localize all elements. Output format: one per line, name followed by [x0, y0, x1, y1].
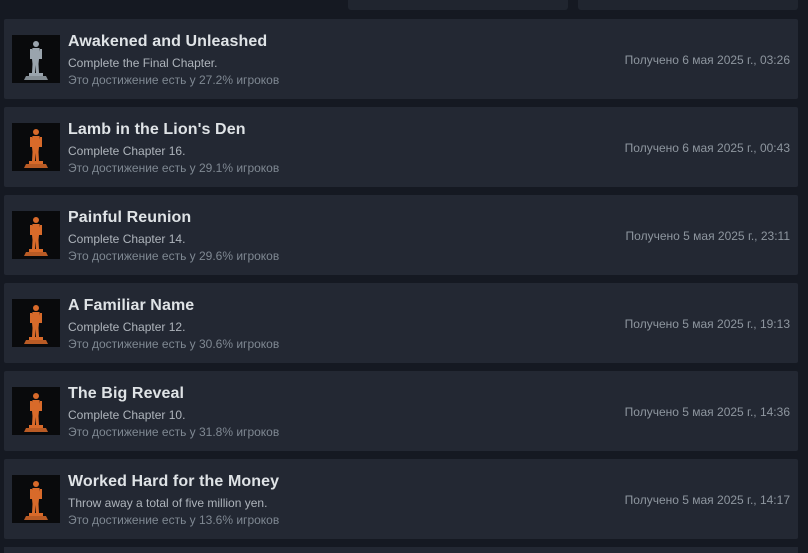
achievement-unlock-date: Получено 6 мая 2025 г., 00:43 — [624, 141, 790, 155]
achievement-percent: Это достижение есть у 29.6% игроков — [68, 249, 280, 263]
achievement-description: Complete the Final Chapter. — [68, 56, 218, 70]
achievement-title: Painful Reunion — [68, 209, 192, 226]
achievement-title: Lamb in the Lion's Den — [68, 121, 246, 138]
bronze-statue-icon — [12, 299, 60, 347]
achievement-percent: Это достижение есть у 30.6% игроков — [68, 337, 280, 351]
achievement-description: Complete Chapter 16. — [68, 144, 186, 158]
achievement-row[interactable]: The Big Reveal Complete Chapter 10. Это … — [4, 371, 798, 451]
top-tab-bar — [0, 0, 808, 14]
achievement-description: Complete Chapter 10. — [68, 408, 186, 422]
achievement-description: Complete Chapter 14. — [68, 232, 186, 246]
bronze-statue-icon — [12, 123, 60, 171]
achievement-title: A Familiar Name — [68, 297, 195, 314]
achievement-percent: Это достижение есть у 27.2% игроков — [68, 73, 280, 87]
achievement-percent: Это достижение есть у 29.1% игроков — [68, 161, 280, 175]
achievement-unlock-date: Получено 5 мая 2025 г., 14:36 — [624, 405, 790, 419]
achievement-list: Awakened and Unleashed Complete the Fina… — [4, 19, 798, 547]
achievement-description: Throw away a total of five million yen. — [68, 496, 268, 510]
achievement-description: Complete Chapter 12. — [68, 320, 186, 334]
achievement-percent: Это достижение есть у 31.8% игроков — [68, 425, 280, 439]
achievement-unlock-date: Получено 5 мая 2025 г., 14:17 — [624, 493, 790, 507]
silver-statue-icon — [12, 35, 60, 83]
achievement-row[interactable]: Worked Hard for the Money Throw away a t… — [4, 459, 798, 539]
achievement-unlock-date: Получено 6 мая 2025 г., 03:26 — [624, 53, 790, 67]
achievement-row[interactable]: Painful Reunion Complete Chapter 14. Это… — [4, 195, 798, 275]
achievement-row[interactable]: Awakened and Unleashed Complete the Fina… — [4, 19, 798, 99]
achievement-unlock-date: Получено 5 мая 2025 г., 23:11 — [625, 229, 790, 243]
achievement-unlock-date: Получено 5 мая 2025 г., 19:13 — [624, 317, 790, 331]
next-achievement-row-edge — [4, 547, 798, 553]
achievement-title: The Big Reveal — [68, 385, 185, 402]
top-tab-right[interactable] — [578, 0, 798, 10]
bronze-statue-icon — [12, 387, 60, 435]
achievement-title: Awakened and Unleashed — [68, 33, 268, 50]
bronze-statue-icon — [12, 211, 60, 259]
achievement-title: Worked Hard for the Money — [68, 473, 280, 490]
top-tab-left[interactable] — [348, 0, 568, 10]
achievement-row[interactable]: A Familiar Name Complete Chapter 12. Это… — [4, 283, 798, 363]
achievements-page: Awakened and Unleashed Complete the Fina… — [0, 0, 808, 553]
achievement-percent: Это достижение есть у 13.6% игроков — [68, 513, 280, 527]
bronze-statue-icon — [12, 475, 60, 523]
achievement-row[interactable]: Lamb in the Lion's Den Complete Chapter … — [4, 107, 798, 187]
